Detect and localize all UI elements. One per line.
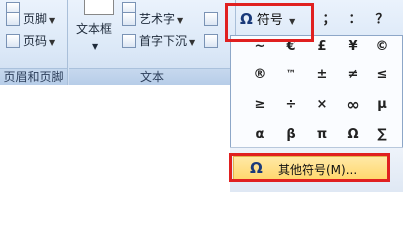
page-number-icon [6,34,20,48]
object-button[interactable] [204,32,221,50]
text-box-button[interactable]: 文本框 [76,20,112,38]
symbol-cell[interactable]: ™ [278,64,304,86]
wordart-button[interactable]: 艺术字 ▼ [122,10,183,28]
symbol-cell[interactable]: β [278,124,304,146]
symbol-cell[interactable]: ÷ [278,94,304,116]
wordart-icon [122,12,136,26]
text-box-label: 文本框 [76,22,113,36]
symbol-cell[interactable]: ¥ [340,36,366,58]
symbol-cell[interactable]: ® [247,64,273,86]
symbol-cell[interactable]: ∑ [369,124,395,146]
top-symbol-colon[interactable]: ： [342,9,368,31]
footer-button[interactable]: 页脚 ▼ [6,10,55,28]
drop-cap-button[interactable]: 首字下沉 ▼ [122,32,195,50]
symbol-cell[interactable]: © [369,36,395,58]
highlight-box-symbol-button [225,3,314,42]
symbol-cell[interactable]: α [247,124,273,146]
symbol-cell[interactable]: ≠ [340,64,366,86]
chevron-down-icon: ▼ [92,42,99,51]
chevron-down-icon: ▼ [49,16,56,25]
drop-cap-icon [122,34,136,48]
top-symbol-semicolon[interactable]: ； [316,9,342,31]
text-box-dropdown-arrow[interactable]: ▼ [92,38,98,56]
footer-icon [6,12,20,26]
highlight-box-more-symbols [229,153,390,182]
group-label-text: 文本 [69,68,235,85]
chevron-down-icon: ▼ [189,38,196,47]
group-label-header-footer: 页眉和页脚 [0,68,67,85]
drop-cap-label: 首字下沉 [139,34,188,48]
symbol-cell[interactable]: ± [309,64,335,86]
date-time-icon [204,12,218,26]
page-number-button[interactable]: 页码 ▼ [6,32,55,50]
symbol-cell[interactable]: ≥ [247,94,273,116]
symbol-cell[interactable]: × [309,94,335,116]
page-number-label: 页码 [23,34,48,48]
chevron-down-icon: ▼ [177,16,184,25]
chevron-down-icon: ▼ [49,38,56,47]
symbol-cell[interactable]: μ [369,94,395,116]
symbol-cell[interactable]: π [309,124,335,146]
text-box-icon [84,0,114,15]
date-time-button[interactable] [204,10,221,28]
wordart-label: 艺术字 [139,12,176,26]
object-icon [204,34,218,48]
footer-label: 页脚 [23,12,48,26]
symbol-cell[interactable]: ∞ [340,94,366,116]
symbol-cell[interactable]: ≤ [369,64,395,86]
group-separator [67,0,68,85]
symbol-cell[interactable]: Ω [340,124,366,146]
top-symbol-question[interactable]: ？ [369,9,395,31]
